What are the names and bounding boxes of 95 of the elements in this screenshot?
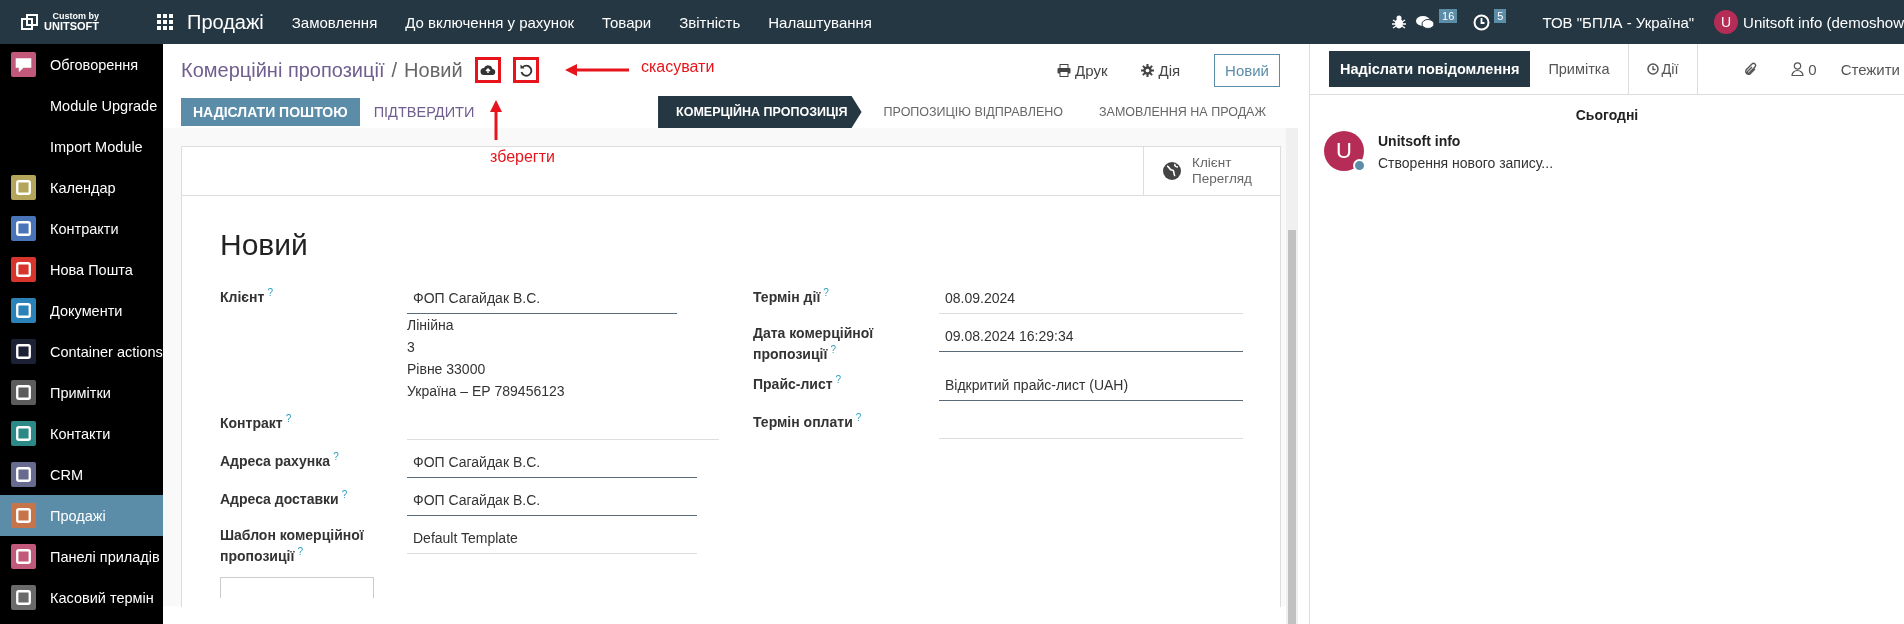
user-menu[interactable]: Unitsoft info (demoshow — [1743, 13, 1904, 31]
sidebar-item[interactable]: Панелі приладів — [0, 536, 163, 577]
chat-icon[interactable] — [1415, 14, 1436, 30]
undo-icon — [518, 63, 533, 77]
clock-icon[interactable] — [1473, 13, 1491, 31]
input-field[interactable]: Default Template — [407, 526, 697, 554]
send-email-button[interactable]: НАДІСЛАТИ ПОШТОЮ — [181, 98, 360, 126]
input-field[interactable]: ФОП Сагайдак В.С. — [407, 450, 697, 478]
save-button[interactable] — [474, 57, 501, 83]
activity-count-badge: 5 — [1494, 9, 1507, 23]
input-field[interactable]: ФОП Сагайдак В.С. — [407, 488, 697, 516]
logo-caption: Custom by — [52, 12, 99, 21]
date-separator: Сьогодні — [1574, 107, 1640, 123]
sidebar-label: Container actions — [50, 343, 163, 360]
message-text: Створення нового запису... — [1378, 155, 1554, 171]
sidebar-label: Контракти — [50, 220, 119, 237]
print-button[interactable]: Друк — [1051, 60, 1114, 80]
sidebar-label: Продажі — [50, 507, 106, 524]
app-name: Продажі — [187, 10, 264, 34]
menu-item[interactable]: Товари — [602, 13, 652, 31]
bug-icon[interactable] — [1391, 14, 1408, 30]
breadcrumb-current: Новий — [404, 58, 463, 82]
sidebar-item[interactable]: CRM — [0, 454, 163, 495]
sidebar-item[interactable]: Обговорення — [0, 44, 163, 85]
annotation-label: зберегти — [490, 148, 555, 166]
message-count-badge: 16 — [1439, 9, 1458, 23]
sidebar-label: Документи — [50, 302, 123, 319]
sidebar-label: Обговорення — [50, 56, 139, 73]
input-field[interactable]: 08.09.2024 — [939, 286, 1243, 314]
menu-item[interactable]: Звітність — [679, 13, 741, 31]
annotation-arrow — [490, 100, 502, 140]
sidebar-item[interactable]: Контакти — [0, 413, 163, 454]
sidebar-item[interactable]: Продажі — [0, 495, 163, 536]
menu-item[interactable]: До включення у рахунок — [405, 13, 575, 31]
follow-button[interactable]: Стежити — [1820, 60, 1904, 78]
follower-count: 0 — [1808, 60, 1817, 78]
confirm-button[interactable]: ПІДТВЕРДИТИ — [367, 103, 481, 121]
menu-item[interactable]: Налаштування — [768, 13, 872, 31]
sidebar-label: Import Module — [50, 138, 143, 155]
menu-item[interactable]: Замовлення — [291, 13, 378, 31]
field-label: Прайс-лист $^{?}$ — [753, 373, 843, 395]
gear-icon — [1141, 63, 1155, 77]
sidebar-label: Module Upgrade — [50, 97, 158, 114]
field-label: Термін оплати $^{?}$ — [753, 411, 863, 433]
scrollbar[interactable] — [1286, 128, 1298, 624]
sidebar-item[interactable]: Container actions — [0, 331, 163, 372]
input-field[interactable]: ФОП Сагайдак В.С. — [407, 286, 677, 314]
sidebar-item[interactable]: Касовий термін — [0, 577, 163, 618]
company-switcher[interactable]: ТОВ "БПЛА - Україна" — [1542, 13, 1695, 31]
sidebar-item[interactable]: Документи — [0, 290, 163, 331]
input-field[interactable]: 09.08.2024 16:29:34 — [939, 324, 1243, 352]
field-label: Дата комерційної пропозиції $^{?}$ — [753, 324, 875, 364]
action-button[interactable]: Дія — [1135, 60, 1187, 80]
field-label: Адреса доставки $^{?}$ — [220, 488, 349, 509]
sidebar-label: Контакти — [50, 425, 111, 442]
logo-icon — [20, 12, 40, 32]
sidebar-label: Касовий термін — [50, 589, 154, 606]
sidebar-label: Панелі приладів — [50, 548, 160, 565]
field-label: Контракт $^{?}$ — [220, 412, 293, 433]
breadcrumb-separator: / — [391, 58, 398, 82]
chatter-tab[interactable]: Надіслати повідомлення — [1329, 51, 1531, 87]
sidebar-label: Примітки — [50, 384, 111, 401]
sidebar-label: Нова Пошта — [50, 261, 133, 278]
record-title: Новий — [220, 228, 309, 262]
sidebar-item[interactable]: Примітки — [0, 372, 163, 413]
sidebar-item[interactable]: Контракти — [0, 208, 163, 249]
person-icon[interactable] — [1791, 62, 1805, 76]
sidebar-item[interactable]: Import Module — [0, 126, 163, 167]
annotation-label: скасувати — [641, 58, 715, 76]
new-button[interactable]: Новий — [1214, 53, 1280, 87]
sidebar-item[interactable]: Календар — [0, 167, 163, 208]
user-avatar: U — [1714, 10, 1739, 34]
discard-button[interactable] — [512, 57, 539, 83]
sidebar-item[interactable]: Нова Пошта — [0, 249, 163, 290]
field-label: Шаблон комерційної пропозиції $^{?}$ — [220, 526, 365, 566]
clock-icon — [1646, 63, 1659, 75]
field-label: Термін дії $^{?}$ — [753, 286, 830, 307]
sidebar-item[interactable]: Module Upgrade — [0, 85, 163, 126]
annotation-arrow — [565, 64, 629, 76]
sidebar-label: Календар — [50, 179, 116, 196]
status-stage[interactable]: КОМЕРЦІЙНА ПРОПОЗИЦІЯ — [658, 96, 862, 128]
breadcrumb-link[interactable]: Комерційні пропозиції — [181, 58, 385, 82]
logo-wordmark: UNITSOFT — [44, 21, 99, 32]
field-label: Клієнт $^{?}$ — [220, 286, 274, 307]
input-field[interactable]: Відкритий прайс-лист (UAH) — [939, 373, 1243, 402]
chatter-tab[interactable]: Дії — [1627, 44, 1698, 94]
author-avatar: U — [1324, 131, 1364, 171]
apps-menu-icon[interactable] — [157, 14, 173, 30]
customer-address: Лінійна 3 Рівне 33000 Україна – ЕР 789456123 — [407, 316, 566, 401]
printer-icon — [1057, 63, 1072, 77]
globe-icon — [1162, 161, 1183, 181]
field-label: Адреса рахунка $^{?}$ — [220, 450, 340, 471]
sidebar-label: CRM — [50, 466, 84, 483]
cloud-upload-icon — [479, 64, 496, 76]
message-author: Unitsoft info — [1378, 133, 1462, 149]
